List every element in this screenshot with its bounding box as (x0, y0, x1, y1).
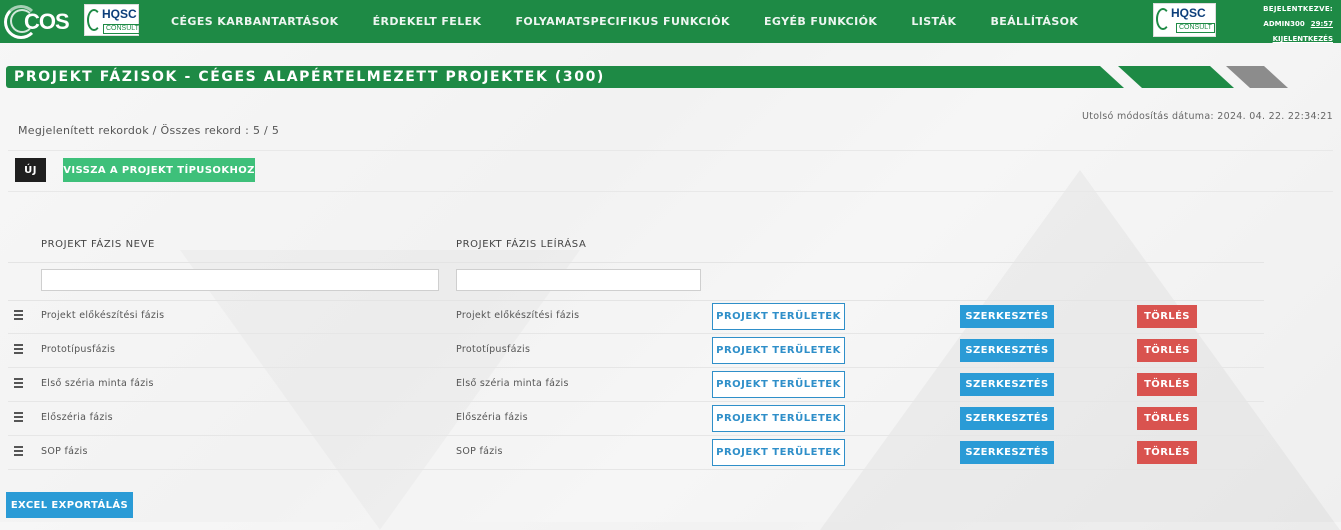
column-header-name[interactable]: PROJEKT FÁZIS NEVE (41, 239, 155, 250)
table-row: Projekt előkészítési fázis Projekt előké… (8, 300, 1264, 334)
hqsc-logo-subtext: CONSULT (1176, 23, 1215, 33)
edit-button[interactable]: SZERKESZTÉS (960, 305, 1054, 328)
edit-button[interactable]: SZERKESZTÉS (960, 441, 1054, 464)
edit-button[interactable]: SZERKESZTÉS (960, 407, 1054, 430)
phase-description: Prototípusfázis (456, 344, 531, 355)
drag-handle-icon[interactable] (14, 310, 24, 322)
phase-description: Előszéria fázis (456, 412, 528, 423)
project-areas-button[interactable]: PROJEKT TERÜLETEK (712, 371, 845, 398)
user-info: BEJELENTKEZVE: ADMIN300 29:57 KIJELENTKEZ… (1243, 2, 1333, 47)
hqsc-logo-text: HQSC (102, 7, 137, 21)
cos-logo-text: COS (24, 9, 70, 34)
table-row: Első széria minta fázis Első széria mint… (8, 368, 1264, 402)
delete-button[interactable]: TÖRLÉS (1137, 305, 1197, 328)
record-count: Megjelenített rekordok / Összes rekord :… (18, 124, 280, 137)
phase-name: SOP fázis (41, 446, 88, 457)
username: ADMIN300 (1263, 20, 1305, 28)
filter-row (8, 262, 1264, 301)
main-menu: CÉGES KARBANTARTÁSOK ÉRDEKELT FELEK FOLY… (154, 0, 1095, 43)
top-navbar: COS HQSC CONSULT CÉGES KARBANTARTÁSOK ÉR… (0, 0, 1341, 43)
table-row: Prototípusfázis Prototípusfázis PROJEKT … (8, 334, 1264, 368)
excel-export-button[interactable]: EXCEL EXPORTÁLÁS (6, 492, 133, 518)
hqsc-swoosh-icon (87, 9, 101, 31)
logged-in-label: BEJELENTKEZVE: (1263, 5, 1333, 13)
delete-button[interactable]: TÖRLÉS (1137, 339, 1197, 362)
table-body: Projekt előkészítési fázis Projekt előké… (8, 300, 1264, 470)
phase-name: Prototípusfázis (41, 344, 116, 355)
new-button[interactable]: ÚJ (15, 158, 46, 182)
menu-item-ceges-karbantartasok[interactable]: CÉGES KARBANTARTÁSOK (154, 15, 356, 28)
back-to-project-types-button[interactable]: VISSZA A PROJEKT TÍPUSOKHOZ (63, 158, 255, 182)
session-timer[interactable]: 29:57 (1311, 20, 1333, 28)
delete-button[interactable]: TÖRLÉS (1137, 441, 1197, 464)
phase-description: Első széria minta fázis (456, 378, 569, 389)
phase-name: Előszéria fázis (41, 412, 113, 423)
phase-name: Első széria minta fázis (41, 378, 154, 389)
delete-button[interactable]: TÖRLÉS (1137, 407, 1197, 430)
project-areas-button[interactable]: PROJEKT TERÜLETEK (712, 303, 845, 330)
drag-handle-icon[interactable] (14, 344, 24, 356)
menu-item-erdekelt-felek[interactable]: ÉRDEKELT FELEK (356, 15, 499, 28)
user-row: ADMIN300 29:57 (1243, 17, 1333, 32)
drag-handle-icon[interactable] (14, 446, 24, 458)
project-areas-button[interactable]: PROJEKT TERÜLETEK (712, 405, 845, 432)
table-row: SOP fázis SOP fázis PROJEKT TERÜLETEK SZ… (8, 436, 1264, 470)
drag-handle-icon[interactable] (14, 412, 24, 424)
hqsc-logo-text: HQSC (1171, 6, 1206, 20)
project-areas-button[interactable]: PROJEKT TERÜLETEK (712, 337, 845, 364)
column-header-description[interactable]: PROJEKT FÁZIS LEÍRÁSA (456, 239, 586, 250)
menu-item-beallitasok[interactable]: BEÁLLÍTÁSOK (973, 15, 1095, 28)
drag-handle-icon[interactable] (14, 378, 24, 390)
phase-name: Projekt előkészítési fázis (41, 310, 165, 321)
menu-item-egyeb-funkciok[interactable]: EGYÉB FUNKCIÓK (747, 15, 894, 28)
edit-button[interactable]: SZERKESZTÉS (960, 373, 1054, 396)
name-filter-input[interactable] (41, 269, 439, 291)
hqsc-swoosh-icon (1156, 8, 1170, 30)
phase-description: Projekt előkészítési fázis (456, 310, 580, 321)
hqsc-logo-subtext: CONSULT (103, 24, 142, 34)
menu-item-listak[interactable]: LISTÁK (894, 15, 973, 28)
menu-item-folyamatspecifikus-funkciok[interactable]: FOLYAMATSPECIFIKUS FUNKCIÓK (498, 15, 747, 28)
hqsc-logo-right: HQSC CONSULT (1153, 3, 1216, 37)
title-decor-stripe (1118, 66, 1234, 88)
title-decor-stripe (1226, 66, 1288, 88)
table-row: Előszéria fázis Előszéria fázis PROJEKT … (8, 402, 1264, 436)
phase-description: SOP fázis (456, 446, 503, 457)
last-modified: Utolsó módosítás dátuma: 2024. 04. 22. 2… (1081, 111, 1333, 122)
edit-button[interactable]: SZERKESZTÉS (960, 339, 1054, 362)
page-title-bar: PROJEKT FÁZISOK - CÉGES ALAPÉRTELMEZETT … (6, 66, 1124, 88)
table-header: PROJEKT FÁZIS NEVE PROJEKT FÁZIS LEÍRÁSA (8, 228, 1264, 263)
cos-logo[interactable]: COS (4, 3, 76, 41)
logout-link[interactable]: KIJELENTKEZÉS (1243, 32, 1333, 47)
project-areas-button[interactable]: PROJEKT TERÜLETEK (712, 439, 845, 466)
description-filter-input[interactable] (456, 269, 701, 291)
delete-button[interactable]: TÖRLÉS (1137, 373, 1197, 396)
page-title: PROJEKT FÁZISOK - CÉGES ALAPÉRTELMEZETT … (14, 69, 605, 85)
hqsc-logo: HQSC CONSULT (84, 4, 142, 36)
